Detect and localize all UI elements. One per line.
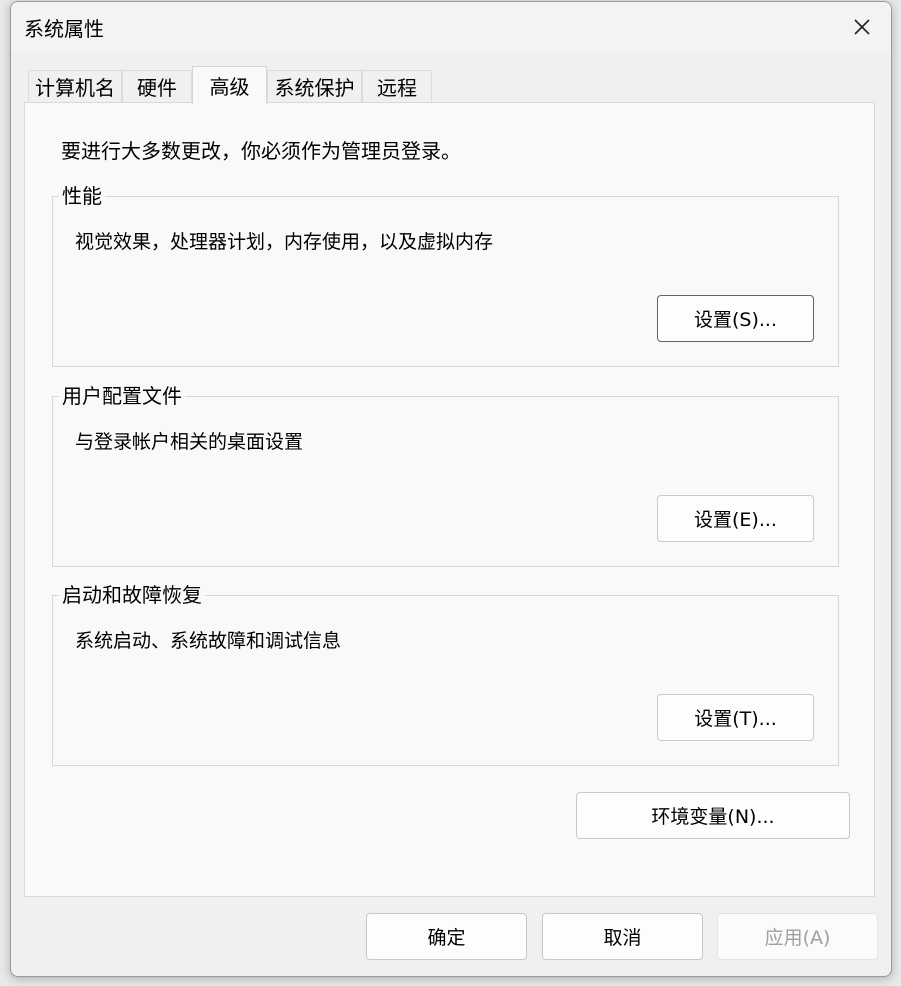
window-title: 系统属性 [24,17,104,41]
admin-note: 要进行大多数更改，你必须作为管理员登录。 [61,139,461,163]
user-profiles-description: 与登录帐户相关的桌面设置 [75,431,304,453]
system-properties-dialog: 系统属性 计算机名 硬件 高级 系统保护 远程 要进行大多数更改，你必须作为管理… [10,1,892,977]
close-button[interactable] [845,11,879,43]
tab-remote[interactable]: 远程 [362,70,432,102]
environment-variables-button[interactable]: 环境变量(N)... [576,792,850,839]
tab-advanced[interactable]: 高级 [192,66,267,104]
tab-computer-name[interactable]: 计算机名 [28,70,122,102]
performance-settings-button[interactable]: 设置(S)... [657,295,814,342]
startup-recovery-group: 启动和故障恢复 系统启动、系统故障和调试信息 设置(T)... [52,583,839,766]
performance-description: 视觉效果，处理器计划，内存使用，以及虚拟内存 [75,231,494,253]
startup-recovery-settings-button[interactable]: 设置(T)... [657,694,814,741]
cancel-button[interactable]: 取消 [542,913,703,960]
user-profiles-group: 用户配置文件 与登录帐户相关的桌面设置 设置(E)... [52,384,839,567]
user-profiles-settings-button[interactable]: 设置(E)... [657,495,814,542]
performance-title: 性能 [59,184,105,208]
startup-recovery-title: 启动和故障恢复 [59,583,205,607]
startup-recovery-description: 系统启动、系统故障和调试信息 [75,630,342,652]
tab-hardware[interactable]: 硬件 [122,70,192,102]
tab-system-protection[interactable]: 系统保护 [267,70,362,102]
user-profiles-title: 用户配置文件 [59,384,185,408]
ok-button[interactable]: 确定 [366,913,527,960]
title-bar: 系统属性 [11,2,891,52]
close-icon [854,19,870,35]
advanced-tab-panel: 要进行大多数更改，你必须作为管理员登录。 性能 视觉效果，处理器计划，内存使用，… [24,102,875,897]
performance-group: 性能 视觉效果，处理器计划，内存使用，以及虚拟内存 设置(S)... [52,184,839,367]
apply-button[interactable]: 应用(A) [717,913,878,960]
